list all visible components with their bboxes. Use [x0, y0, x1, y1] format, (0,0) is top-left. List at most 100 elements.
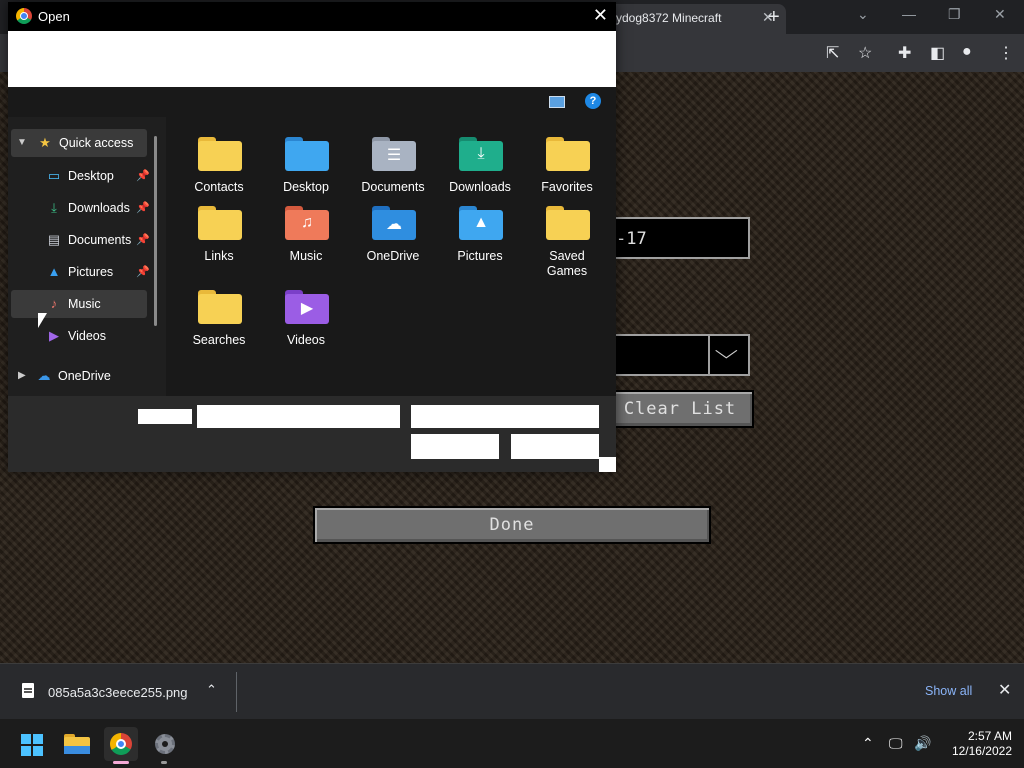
- nav-onedrive[interactable]: ▶ ☁ OneDrive: [18, 362, 154, 390]
- minimize-button[interactable]: —: [902, 6, 916, 22]
- clock[interactable]: 2:57 AM 12/16/2022: [940, 729, 1012, 759]
- chrome-taskbar-icon[interactable]: [104, 727, 138, 761]
- folder-saved-games[interactable]: Saved Games: [524, 194, 610, 278]
- nav-label: Downloads: [68, 201, 130, 215]
- clock-date: 12/16/2022: [951, 744, 1012, 758]
- folder-documents[interactable]: ☰ Documents: [350, 125, 436, 195]
- folder-body: [546, 141, 590, 171]
- clock-time: 2:57 AM: [967, 729, 1012, 743]
- folder-label: OneDrive: [366, 249, 420, 263]
- folder-icon: [198, 290, 242, 324]
- network-icon[interactable]: 🖵: [889, 735, 903, 752]
- folder-icon: [546, 137, 590, 171]
- preview-pane-icon[interactable]: [549, 96, 565, 108]
- tab-title: ydog8372 Minecraft: [616, 11, 722, 25]
- browser-tab[interactable]: ydog8372 Minecraft ✕: [606, 4, 786, 34]
- windows-logo-icon: [21, 734, 31, 744]
- download-filename[interactable]: 085a5a3c3eece255.png: [48, 685, 188, 700]
- chevron-right-icon[interactable]: ▶: [18, 370, 26, 381]
- videos-icon: ▶: [49, 328, 59, 343]
- nav-item-downloads[interactable]: ⤓ Downloads 📌: [18, 194, 154, 222]
- filename-label: [138, 409, 192, 424]
- dropdown-arrow[interactable]: ⌵: [708, 336, 748, 374]
- settings-taskbar-icon[interactable]: [148, 727, 182, 761]
- new-tab-button[interactable]: +: [768, 6, 780, 29]
- folder-label: Favorites: [541, 180, 593, 194]
- text-field[interactable]: -17: [606, 217, 750, 259]
- chevron-up-icon[interactable]: ⌃: [206, 682, 217, 698]
- resize-grip[interactable]: [599, 457, 616, 472]
- extensions-icon[interactable]: ✚: [898, 43, 911, 63]
- file-explorer-icon[interactable]: [60, 727, 94, 761]
- folder-searches[interactable]: Searches: [176, 278, 262, 348]
- pin-icon: 📌: [136, 170, 150, 182]
- downloads-icon: ⤓: [51, 200, 57, 215]
- folder-icon: [198, 206, 242, 240]
- gear-icon: [155, 734, 175, 754]
- nav-item-documents[interactable]: ▤ Documents 📌: [18, 226, 154, 254]
- help-icon[interactable]: ?: [585, 93, 601, 109]
- window-close-button[interactable]: ✕: [994, 6, 1006, 23]
- start-button[interactable]: [21, 734, 43, 756]
- folder-contacts[interactable]: Contacts: [176, 125, 262, 195]
- folder-videos[interactable]: ▶ Videos: [263, 278, 349, 348]
- folder-label: Downloads: [449, 180, 511, 194]
- folder-downloads[interactable]: ⤓ Downloads: [437, 125, 523, 195]
- sidepanel-icon[interactable]: ◧: [930, 43, 945, 63]
- folder-icon: ▶: [285, 290, 329, 324]
- nav-label: Pictures: [68, 265, 114, 279]
- folder-icon: ⤓: [459, 137, 503, 171]
- nav-label: Documents: [68, 233, 132, 247]
- windows-logo-icon: [33, 746, 43, 756]
- active-indicator: [113, 761, 129, 764]
- pin-icon: 📌: [136, 202, 150, 214]
- share-icon[interactable]: ⇱: [826, 43, 839, 63]
- folder-label: Videos: [287, 333, 325, 347]
- menu-icon[interactable]: ⋮: [998, 43, 1014, 63]
- folder-icon: [198, 137, 242, 171]
- nav-quick-access[interactable]: ▼ ★ Quick access: [11, 129, 147, 157]
- close-icon[interactable]: ✕: [998, 680, 1011, 700]
- tray-chevron-icon[interactable]: ⌃: [862, 735, 874, 752]
- nav-scrollbar[interactable]: [154, 136, 157, 326]
- done-button[interactable]: Done: [313, 506, 711, 544]
- nav-item-desktop[interactable]: ▭ Desktop 📌: [18, 162, 154, 190]
- chevron-down-icon[interactable]: ▼: [17, 137, 27, 148]
- tab-search-icon[interactable]: ⌄: [857, 6, 869, 23]
- cancel-button[interactable]: [511, 434, 599, 459]
- folder-label: Pictures: [457, 249, 503, 263]
- pictures-icon: ▲: [47, 264, 61, 279]
- folder-glyph: ▲: [473, 214, 489, 231]
- command-bar: [8, 87, 616, 117]
- restore-button[interactable]: ❐: [948, 6, 961, 23]
- download-bar: 085a5a3c3eece255.png ⌃ Show all ✕: [0, 663, 1024, 719]
- dropdown-select[interactable]: ⌵: [606, 334, 750, 376]
- volume-icon[interactable]: 🔊: [914, 735, 931, 752]
- nav-label: Desktop: [68, 169, 114, 183]
- folder-links[interactable]: Links: [176, 194, 262, 264]
- music-icon: ♪: [50, 296, 58, 311]
- nav-label: Music: [68, 297, 101, 311]
- folder-body: [198, 141, 242, 171]
- folder-favorites[interactable]: Favorites: [524, 125, 610, 195]
- nav-item-music[interactable]: ♪ Music: [11, 290, 147, 318]
- dialog-close-button[interactable]: ✕: [593, 5, 608, 26]
- filename-input[interactable]: [197, 405, 400, 428]
- star-icon[interactable]: ☆: [858, 43, 872, 63]
- profile-icon[interactable]: ●: [962, 43, 972, 61]
- chrome-icon: [110, 733, 132, 755]
- folder-pictures[interactable]: ▲ Pictures: [437, 194, 523, 264]
- clear-list-button[interactable]: Clear List: [606, 390, 754, 428]
- folder-body: [285, 141, 329, 171]
- address-bar-area[interactable]: [8, 31, 616, 87]
- filetype-select[interactable]: [411, 405, 599, 428]
- folder-music[interactable]: ♫ Music: [263, 194, 349, 264]
- documents-icon: ▤: [47, 232, 61, 247]
- folder-desktop[interactable]: Desktop: [263, 125, 349, 195]
- open-button[interactable]: [411, 434, 499, 459]
- folder-onedrive[interactable]: ☁ OneDrive: [350, 194, 436, 264]
- folder-glyph: ▶: [300, 300, 314, 317]
- nav-item-pictures[interactable]: ▲ Pictures 📌: [18, 258, 154, 286]
- show-all-link[interactable]: Show all: [925, 684, 972, 698]
- folder-glyph: ⤓: [477, 145, 485, 162]
